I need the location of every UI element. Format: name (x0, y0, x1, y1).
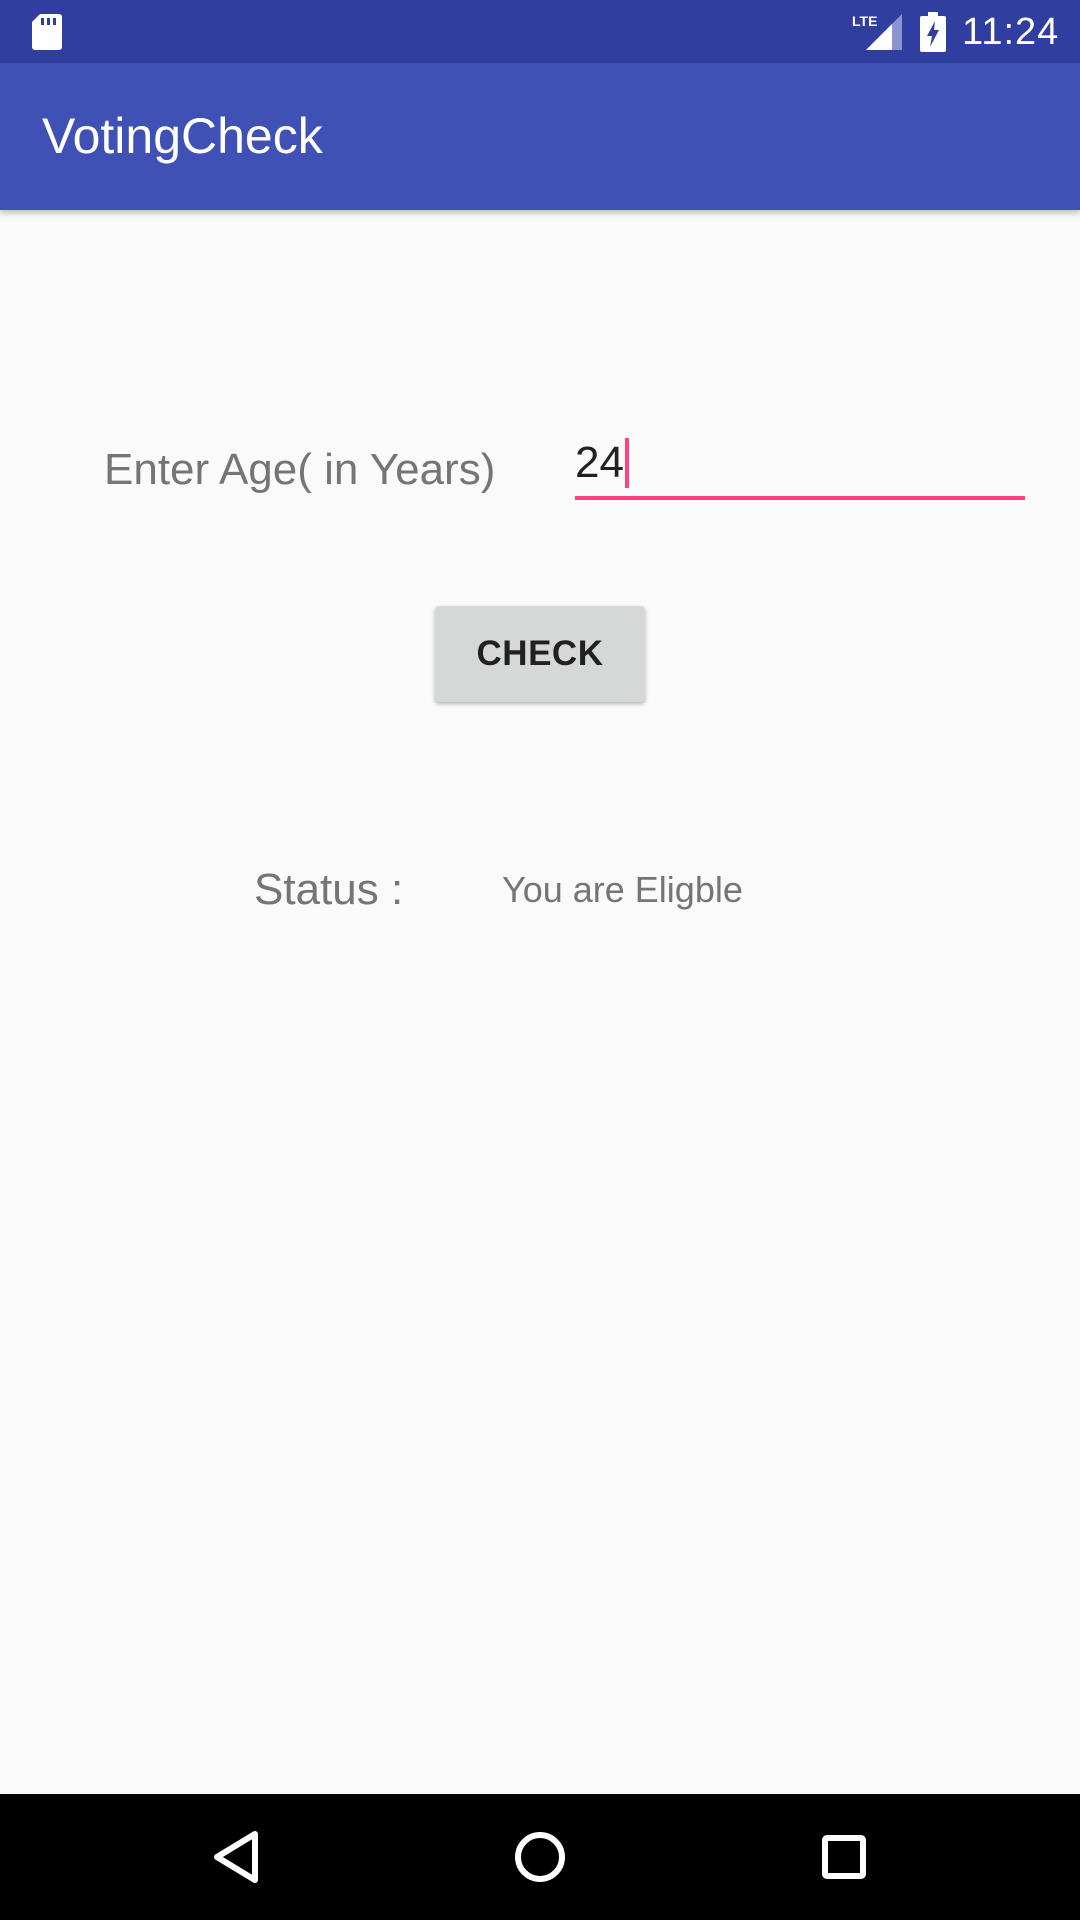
status-value: You are Eligble (502, 869, 743, 910)
recent-apps-icon (822, 1835, 866, 1879)
check-button[interactable]: CHECK (435, 606, 645, 702)
text-cursor (625, 438, 629, 488)
back-icon (214, 1831, 258, 1883)
battery-charging-icon (920, 12, 946, 52)
navigation-bar (0, 1794, 1080, 1920)
age-input[interactable] (575, 430, 1025, 500)
status-bar: LTE 11:24 (0, 0, 1080, 63)
home-icon (515, 1832, 565, 1882)
app-title: VotingCheck (42, 108, 323, 164)
status-clock: 11:24 (962, 11, 1060, 53)
lte-signal-icon: LTE (852, 13, 902, 50)
age-input-container (575, 430, 1025, 500)
status-label: Status : (254, 865, 404, 914)
app-bar: VotingCheck (0, 63, 1080, 210)
age-label: Enter Age( in Years) (104, 445, 496, 494)
app-screen: LTE 11:24 VotingCheck Enter Age( in Year… (0, 0, 1080, 1920)
network-type-label: LTE (852, 13, 877, 29)
recent-apps-button[interactable] (799, 1812, 889, 1902)
back-button[interactable] (191, 1812, 281, 1902)
sd-card-icon (32, 14, 62, 50)
home-button[interactable] (495, 1812, 585, 1902)
